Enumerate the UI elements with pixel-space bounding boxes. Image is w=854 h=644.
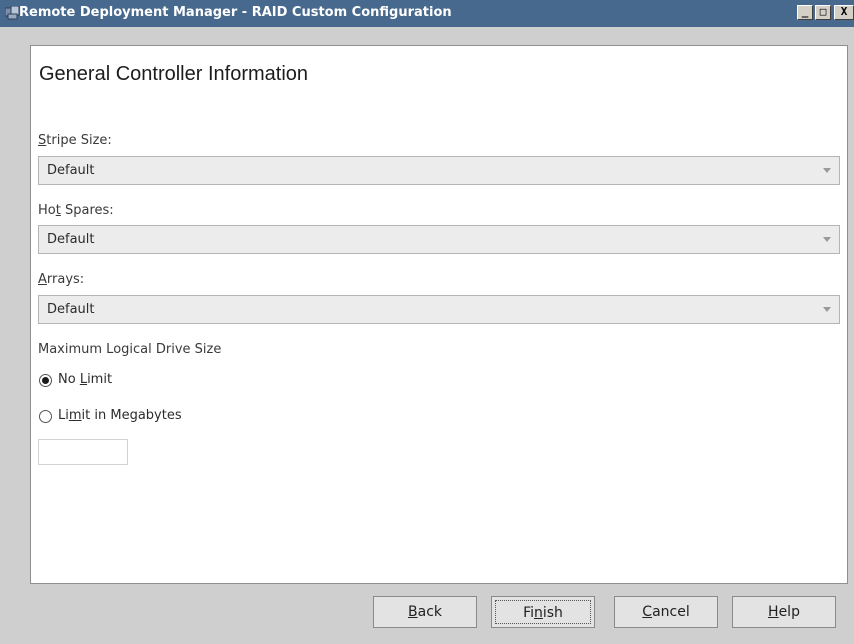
window-title: Remote Deployment Manager - RAID Custom …: [19, 5, 452, 20]
page-title: General Controller Information: [39, 63, 309, 85]
title-bar[interactable]: Remote Deployment Manager - RAID Custom …: [0, 0, 854, 27]
arrays-value: Default: [47, 302, 95, 317]
hot-spares-label: Hot Spares:: [38, 203, 114, 218]
no-limit-label: No Limit: [58, 372, 113, 387]
radio-unchecked-icon[interactable]: [39, 410, 52, 423]
maximize-button[interactable]: □: [815, 5, 831, 20]
app-window-icon: [5, 6, 20, 20]
focus-ring: Finish: [495, 600, 591, 624]
minimize-button[interactable]: _: [797, 5, 813, 20]
stripe-size-value: Default: [47, 163, 95, 178]
stripe-size-label: Stripe Size:: [38, 133, 112, 148]
hot-spares-dropdown[interactable]: Default: [38, 225, 840, 254]
max-drive-size-label: Maximum Logical Drive Size: [38, 342, 222, 357]
arrays-dropdown[interactable]: Default: [38, 295, 840, 324]
radio-checked-icon[interactable]: [39, 374, 52, 387]
chevron-down-icon: [823, 168, 831, 173]
cancel-button[interactable]: Cancel: [614, 596, 718, 628]
chevron-down-icon: [823, 307, 831, 312]
back-button[interactable]: Back: [373, 596, 477, 628]
raid-config-window: Remote Deployment Manager - RAID Custom …: [0, 0, 854, 644]
chevron-down-icon: [823, 237, 831, 242]
stripe-size-dropdown[interactable]: Default: [38, 156, 840, 185]
arrays-label: Arrays:: [38, 272, 85, 287]
content-panel: General Controller Information Stripe Si…: [30, 45, 848, 584]
megabytes-input[interactable]: [38, 439, 128, 465]
limit-megabytes-label: Limit in Megabytes: [58, 408, 182, 423]
help-button[interactable]: Help: [732, 596, 836, 628]
finish-button[interactable]: Finish: [491, 596, 595, 628]
hot-spares-value: Default: [47, 232, 95, 247]
close-button[interactable]: X: [834, 5, 854, 20]
